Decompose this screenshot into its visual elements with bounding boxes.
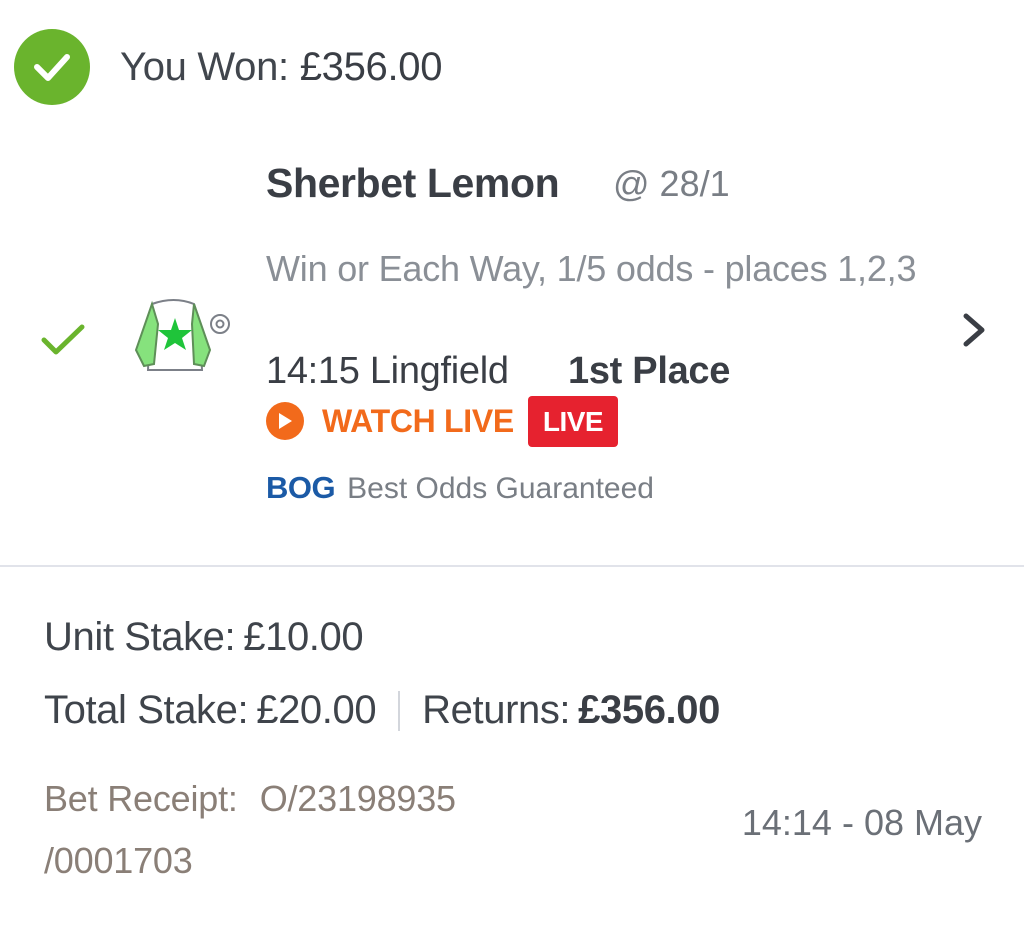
finishing-position: 1st Place	[568, 350, 731, 392]
won-summary: You Won: £356.00	[120, 45, 442, 90]
bet-receipt-number-suffix: /0001703	[44, 840, 193, 881]
watch-live-link[interactable]: WATCH LIVE	[266, 402, 514, 440]
bet-receipt-label: Bet Receipt:	[44, 778, 238, 819]
won-amount: £356.00	[299, 44, 443, 89]
watch-live-label: WATCH LIVE	[322, 402, 514, 439]
market-description: Win or Each Way, 1/5 odds - places 1,2,3	[266, 248, 917, 289]
bet-result-header: You Won: £356.00	[14, 29, 442, 105]
bog-text: Best Odds Guaranteed	[347, 472, 654, 505]
divider	[0, 565, 1024, 567]
best-odds-guaranteed: BOG Best Odds Guaranteed	[266, 470, 654, 506]
live-badge: LIVE	[528, 396, 618, 447]
race-time-course: 14:15 Lingfield	[266, 350, 509, 392]
stake-returns-row: Total Stake: £20.00 Returns: £356.00	[44, 688, 720, 733]
unit-stake: Unit Stake: £10.00	[44, 615, 364, 660]
bet-receipt: Bet Receipt: O/23198935 /0001703	[44, 768, 456, 892]
bog-code: BOG	[266, 470, 336, 505]
check-icon	[40, 322, 86, 363]
total-stake-value: £20.00	[256, 688, 377, 732]
returns-value: £356.00	[578, 688, 720, 732]
play-icon	[266, 402, 304, 440]
total-stake-label: Total Stake:	[44, 688, 249, 732]
bet-receipt-card: You Won: £356.00 Sherbet Lemon @ 28/1 Wi…	[0, 0, 1024, 926]
bet-placed-time: 14:14 - 08 May	[741, 802, 982, 843]
returns-label: Returns:	[422, 688, 571, 732]
check-circle-icon	[14, 29, 90, 105]
selection-odds: @ 28/1	[613, 163, 730, 204]
selection-name: Sherbet Lemon	[266, 160, 560, 206]
chevron-right-icon[interactable]	[958, 310, 990, 355]
jockey-silks-icon	[130, 296, 234, 381]
won-label: You Won:	[120, 44, 289, 89]
bet-receipt-number: O/23198935	[259, 778, 456, 819]
separator	[398, 690, 401, 731]
unit-stake-value: £10.00	[243, 615, 364, 659]
unit-stake-label: Unit Stake:	[44, 615, 236, 659]
